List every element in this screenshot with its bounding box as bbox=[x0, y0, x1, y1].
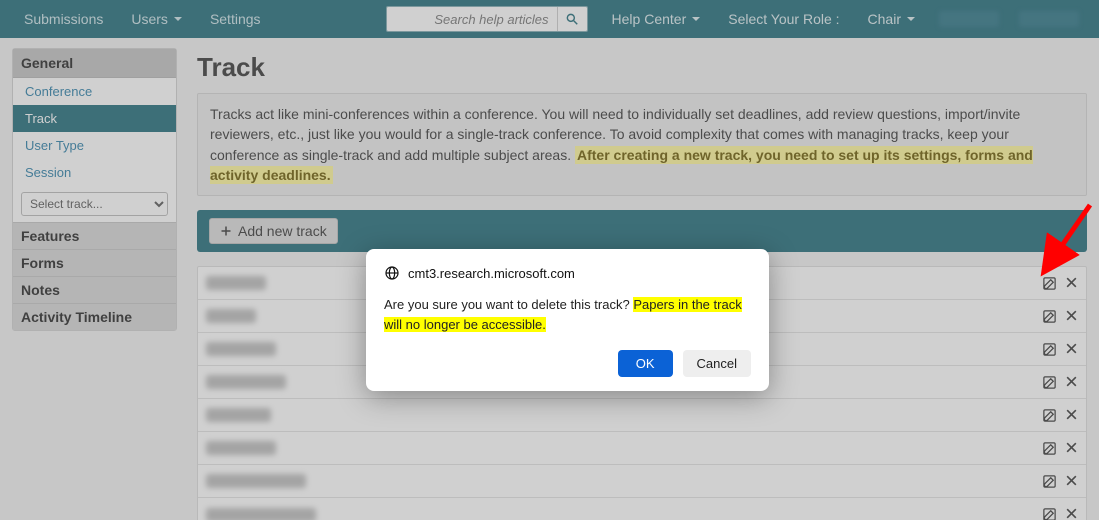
ok-button[interactable]: OK bbox=[618, 350, 673, 377]
dialog-site: cmt3.research.microsoft.com bbox=[408, 266, 575, 281]
globe-icon bbox=[384, 265, 400, 281]
cancel-button[interactable]: Cancel bbox=[683, 350, 751, 377]
confirm-dialog: cmt3.research.microsoft.com Are you sure… bbox=[366, 249, 769, 391]
dialog-message: Are you sure you want to delete this tra… bbox=[384, 295, 751, 334]
